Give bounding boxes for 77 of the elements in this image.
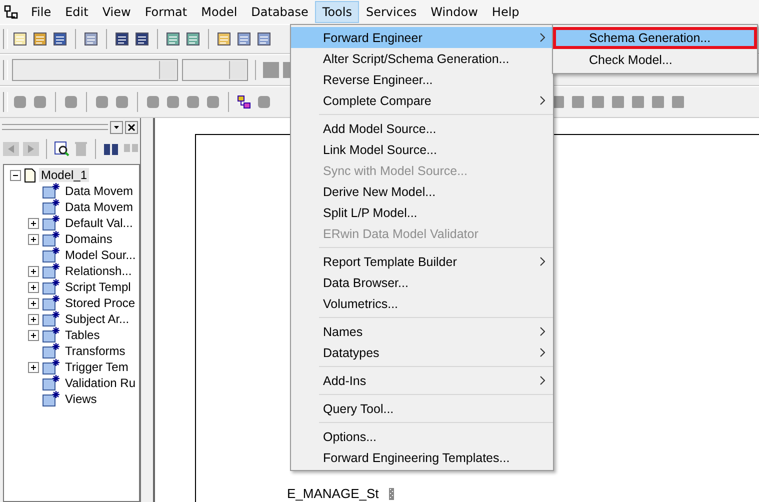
tree-item[interactable]: Default Val... — [63, 216, 135, 230]
tree-item[interactable]: Tables — [63, 328, 102, 342]
menu-item[interactable]: Add Model Source... — [291, 118, 553, 139]
menu-item[interactable]: Reverse Engineer... — [291, 69, 553, 90]
folder-item-icon — [42, 183, 60, 199]
menu-item[interactable]: Edit — [58, 1, 96, 23]
menu-item[interactable]: Complete Compare — [291, 90, 553, 111]
menu-item[interactable]: Volumetrics... — [291, 293, 553, 314]
folder-item-icon — [42, 247, 60, 263]
menu-item[interactable]: Services — [358, 1, 424, 23]
folder-item-icon — [42, 215, 60, 231]
menu-item[interactable]: Datatypes — [291, 342, 553, 363]
link-icon[interactable] — [236, 94, 252, 110]
menu-item[interactable]: Schema Generation... — [553, 27, 757, 49]
folder-item-icon — [42, 391, 60, 407]
dropdown-field[interactable] — [182, 59, 248, 81]
expand-icon[interactable] — [28, 330, 39, 340]
menu-item[interactable]: Query Tool... — [291, 398, 553, 419]
menu-item[interactable]: Report Template Builder — [291, 251, 553, 272]
tree-item[interactable]: Stored Proce — [63, 296, 138, 310]
close-icon[interactable] — [125, 120, 138, 134]
folder-item-icon — [42, 311, 60, 327]
menu-item[interactable]: Add-Ins — [291, 370, 553, 391]
tree-item[interactable]: Subject Ar... — [63, 312, 132, 326]
diagram-icon — [4, 5, 18, 19]
menu-item[interactable]: Format — [138, 1, 194, 23]
tree-item[interactable]: Data Movem — [63, 184, 136, 198]
tree-item[interactable]: Data Movem — [63, 200, 136, 214]
expand-icon[interactable] — [28, 218, 39, 228]
menu-item[interactable]: Derive New Model... — [291, 181, 553, 202]
menu-item[interactable]: Data Browser... — [291, 272, 553, 293]
folder-item-icon — [42, 343, 60, 359]
tree-item[interactable]: Relationsh... — [63, 264, 134, 278]
menu-item[interactable]: Names — [291, 321, 553, 342]
resize-handle-icon[interactable] — [389, 488, 394, 500]
document-icon — [24, 168, 36, 182]
folder-item-icon — [42, 327, 60, 343]
expand-icon[interactable] — [28, 234, 39, 244]
collapse-icon[interactable] — [10, 170, 21, 180]
menu-item[interactable]: Window — [424, 1, 485, 23]
expand-icon[interactable] — [28, 362, 39, 372]
folder-item-icon — [42, 279, 60, 295]
menu-item[interactable]: Forward Engineer — [291, 27, 553, 48]
menu-item[interactable]: Model — [194, 1, 244, 23]
menu-item[interactable]: Database — [244, 1, 316, 23]
menu-item[interactable]: Help — [484, 1, 526, 23]
folder-item-icon — [42, 263, 60, 279]
expand-icon[interactable] — [28, 314, 39, 324]
expand-icon[interactable] — [28, 266, 39, 276]
folder-item-icon — [42, 359, 60, 375]
tree-item[interactable]: Model_1 — [39, 168, 90, 182]
tree-item[interactable]: Trigger Tem — [63, 360, 130, 374]
tree-item[interactable]: Script Templ — [63, 280, 133, 294]
menu-item[interactable]: Link Model Source... — [291, 139, 553, 160]
menu-item[interactable]: View — [95, 1, 138, 23]
tree-item[interactable]: Model Sour... — [63, 248, 138, 262]
expand-icon[interactable] — [28, 298, 39, 308]
menu-item[interactable]: Alter Script/Schema Generation... — [291, 48, 553, 69]
dropdown-field[interactable] — [12, 59, 178, 81]
splitter-bar[interactable] — [140, 118, 155, 502]
menu-item[interactable]: Check Model... — [553, 49, 757, 71]
menu-item[interactable]: File — [24, 1, 58, 23]
menu-item[interactable]: Forward Engineering Templates... — [291, 447, 553, 468]
expand-icon[interactable] — [28, 282, 39, 292]
menu-item[interactable]: Options... — [291, 426, 553, 447]
tree-item[interactable]: Validation Ru — [63, 376, 138, 390]
menu-item[interactable]: Split L/P Model... — [291, 202, 553, 223]
tree-item[interactable]: Transforms — [63, 344, 128, 358]
menu-item[interactable]: Tools — [315, 1, 359, 23]
folder-item-icon — [42, 375, 60, 391]
entity-name: E_MANAGE_St — [287, 487, 379, 501]
magnifier-icon[interactable] — [54, 141, 70, 157]
tree-item[interactable]: Views — [63, 392, 99, 406]
folder-item-icon — [42, 231, 60, 247]
folder-item-icon — [42, 295, 60, 311]
folder-item-icon — [42, 199, 60, 215]
tree-item[interactable]: Domains — [63, 232, 114, 246]
